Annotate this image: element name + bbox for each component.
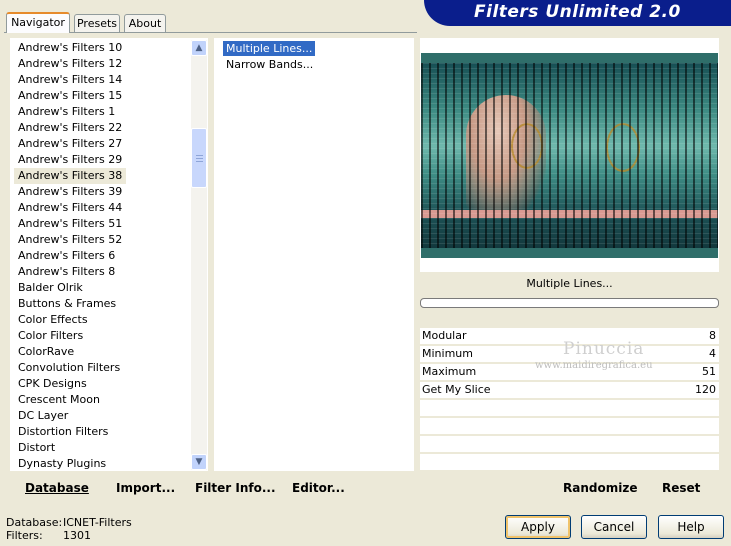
reset-button[interactable]: Reset (662, 481, 700, 495)
category-item[interactable]: Balder Olrik (18, 280, 83, 296)
param-row-empty (420, 400, 719, 417)
tab-about[interactable]: About (124, 14, 166, 32)
help-button-label: Help (677, 520, 705, 534)
category-item[interactable]: Andrew's Filters 22 (18, 120, 122, 136)
database-value: ICNET-Filters (63, 516, 132, 529)
tab-presets-label: Presets (76, 17, 118, 30)
scroll-thumb[interactable] (191, 128, 207, 188)
category-item[interactable]: CPK Designs (18, 376, 87, 392)
param-row[interactable]: Get My Slice 120 (420, 382, 719, 399)
database-button[interactable]: Database (25, 481, 89, 495)
category-item[interactable]: Convolution Filters (18, 360, 120, 376)
category-item[interactable]: Andrew's Filters 1 (18, 104, 115, 120)
filter-title: Multiple Lines... (420, 273, 719, 295)
category-item[interactable]: Andrew's Filters 52 (18, 232, 122, 248)
apply-button[interactable]: Apply (505, 515, 571, 539)
chevron-down-icon: ▼ (195, 457, 203, 467)
category-item[interactable]: Andrew's Filters 39 (18, 184, 122, 200)
category-item[interactable]: Andrew's Filters 38 (14, 168, 127, 184)
category-item[interactable]: Andrew's Filters 29 (18, 152, 122, 168)
category-item[interactable]: Andrew's Filters 27 (18, 136, 122, 152)
param-name: Minimum (422, 347, 473, 360)
category-item[interactable]: Distortion Filters (18, 424, 108, 440)
param-name: Modular (422, 329, 467, 342)
category-item[interactable]: Color Filters (18, 328, 83, 344)
category-item[interactable]: Andrew's Filters 15 (18, 88, 122, 104)
category-item[interactable]: Andrew's Filters 8 (18, 264, 115, 280)
filter-info-button[interactable]: Filter Info... (195, 481, 276, 495)
filters-label: Filters: (6, 529, 43, 542)
preview-vertical-lines (421, 63, 718, 248)
grip-line (196, 158, 203, 159)
scroll-up-button[interactable]: ▲ (191, 40, 207, 56)
tab-about-label: About (128, 17, 162, 30)
filter-list[interactable] (214, 38, 414, 471)
filter-info-button-label: Filter Info... (195, 481, 276, 495)
category-item[interactable]: Distort (18, 440, 55, 456)
category-item[interactable]: Andrew's Filters 6 (18, 248, 115, 264)
param-name: Get My Slice (422, 383, 491, 396)
category-item[interactable]: ColorRave (18, 344, 74, 360)
tab-presets[interactable]: Presets (74, 14, 120, 32)
database-label: Database: (6, 516, 63, 529)
category-item[interactable]: Color Effects (18, 312, 88, 328)
param-row-empty (420, 418, 719, 435)
grip-line (196, 161, 203, 162)
grip-line (196, 155, 203, 156)
category-item[interactable]: Crescent Moon (18, 392, 100, 408)
header-banner: Filters Unlimited 2.0 (424, 0, 731, 26)
apply-button-label: Apply (521, 520, 555, 534)
param-name: Maximum (422, 365, 477, 378)
filter-item-narrow-bands[interactable]: Narrow Bands... (223, 57, 316, 72)
app-title: Filters Unlimited 2.0 (474, 2, 681, 22)
category-scrollbar[interactable]: ▲ ▼ (191, 40, 207, 470)
preview-image[interactable] (421, 53, 718, 258)
category-item[interactable]: Andrew's Filters 51 (18, 216, 122, 232)
param-value: 8 (709, 329, 716, 342)
param-value: 51 (702, 365, 716, 378)
scroll-down-button[interactable]: ▼ (191, 454, 207, 470)
param-row-empty (420, 454, 719, 471)
category-item[interactable]: Buttons & Frames (18, 296, 116, 312)
category-item[interactable]: Dynasty Plugins (18, 456, 106, 472)
param-value: 120 (695, 383, 716, 396)
category-item[interactable]: Andrew's Filters 12 (18, 56, 122, 72)
editor-button[interactable]: Editor... (292, 481, 345, 495)
import-button-label: Import... (116, 481, 176, 495)
editor-button-label: Editor... (292, 481, 345, 495)
filters-count: 1301 (63, 529, 91, 542)
tab-navigator-label: Navigator (11, 16, 65, 29)
help-button[interactable]: Help (658, 515, 724, 539)
chevron-up-icon: ▲ (195, 43, 203, 53)
cancel-button-label: Cancel (593, 520, 635, 534)
watermark-url: www.maidiregrafica.eu (535, 360, 653, 371)
param-row-empty (420, 436, 719, 453)
tab-navigator[interactable]: Navigator (6, 12, 70, 33)
cancel-button[interactable]: Cancel (581, 515, 647, 539)
category-item[interactable]: DC Layer (18, 408, 68, 424)
filter-item-multiple-lines[interactable]: Multiple Lines... (221, 40, 317, 57)
import-button[interactable]: Import... (116, 481, 175, 495)
watermark-name: Pinuccia (563, 339, 645, 359)
category-item[interactable]: Andrew's Filters 10 (18, 40, 122, 56)
progress-bar (420, 298, 719, 308)
param-value: 4 (709, 347, 716, 360)
category-item[interactable]: Andrew's Filters 44 (18, 200, 122, 216)
randomize-button[interactable]: Randomize (563, 481, 637, 495)
category-item[interactable]: Andrew's Filters 14 (18, 72, 122, 88)
database-button-label: Database (25, 481, 89, 495)
